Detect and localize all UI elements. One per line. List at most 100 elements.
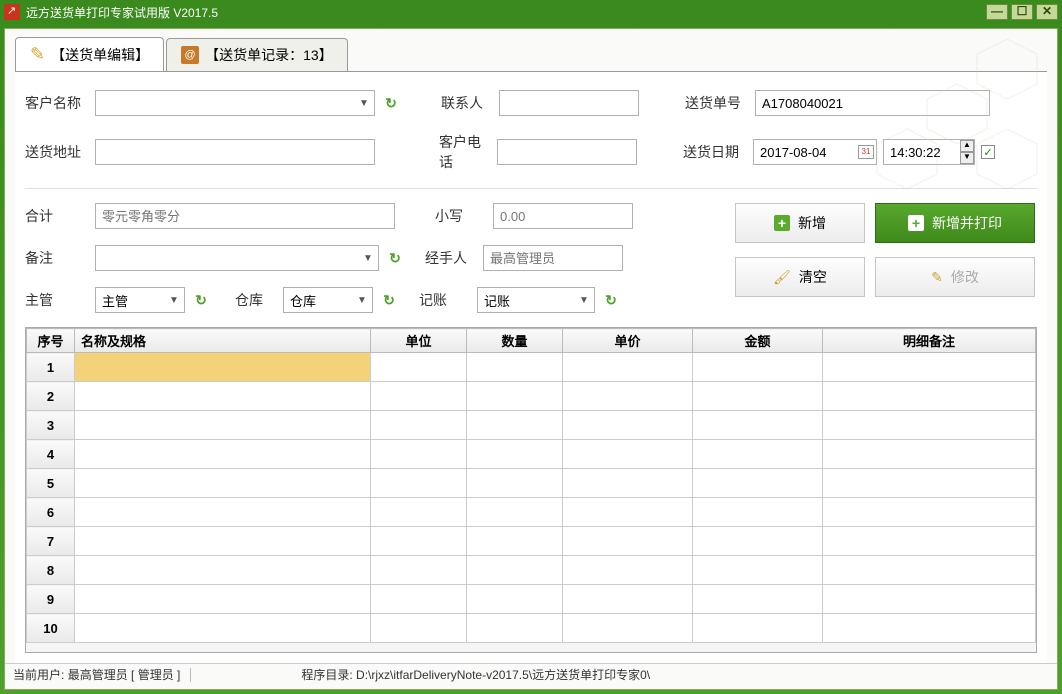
date-picker[interactable]: 2017-08-0431: [753, 139, 877, 165]
cell[interactable]: [693, 353, 823, 382]
cell[interactable]: [693, 614, 823, 643]
handler-input[interactable]: [483, 245, 623, 271]
accounting-combo[interactable]: 记账▼: [477, 287, 595, 313]
cell[interactable]: [563, 353, 693, 382]
row-number[interactable]: 7: [27, 527, 75, 556]
cell[interactable]: [467, 585, 563, 614]
warehouse-combo[interactable]: 仓库▼: [283, 287, 373, 313]
col-spec[interactable]: 名称及规格: [75, 329, 371, 353]
delivery-addr-input[interactable]: [95, 139, 375, 165]
cell[interactable]: [75, 527, 371, 556]
maximize-button[interactable]: ☐: [1011, 4, 1033, 20]
refresh-icon[interactable]: ↻: [387, 250, 403, 266]
cell[interactable]: [467, 440, 563, 469]
cell[interactable]: [693, 527, 823, 556]
col-seq[interactable]: 序号: [27, 329, 75, 353]
row-number[interactable]: 5: [27, 469, 75, 498]
cell[interactable]: [823, 585, 1036, 614]
cell[interactable]: [693, 469, 823, 498]
table-row[interactable]: 10: [27, 614, 1036, 643]
cell[interactable]: [75, 382, 371, 411]
cell[interactable]: [75, 498, 371, 527]
cell[interactable]: [563, 556, 693, 585]
cell[interactable]: [467, 556, 563, 585]
cell[interactable]: [563, 614, 693, 643]
tab-records[interactable]: @ 【送货单记录：13】: [166, 38, 348, 71]
cell[interactable]: [563, 382, 693, 411]
refresh-icon[interactable]: ↻: [603, 292, 619, 308]
cell[interactable]: [467, 614, 563, 643]
row-number[interactable]: 4: [27, 440, 75, 469]
table-row[interactable]: 7: [27, 527, 1036, 556]
col-remark[interactable]: 明细备注: [823, 329, 1036, 353]
cell[interactable]: [371, 382, 467, 411]
table-row[interactable]: 5: [27, 469, 1036, 498]
row-number[interactable]: 3: [27, 411, 75, 440]
cell[interactable]: [823, 498, 1036, 527]
table-row[interactable]: 3: [27, 411, 1036, 440]
items-table[interactable]: 序号 名称及规格 单位 数量 单价 金额 明细备注 12345678910: [25, 327, 1037, 653]
col-qty[interactable]: 数量: [467, 329, 563, 353]
cell[interactable]: [823, 527, 1036, 556]
remark-combo[interactable]: ▼: [95, 245, 379, 271]
cell[interactable]: [823, 556, 1036, 585]
row-number[interactable]: 10: [27, 614, 75, 643]
lowercase-input[interactable]: [493, 203, 633, 229]
col-amount[interactable]: 金额: [693, 329, 823, 353]
row-number[interactable]: 9: [27, 585, 75, 614]
cell[interactable]: [371, 440, 467, 469]
row-number[interactable]: 1: [27, 353, 75, 382]
cell[interactable]: [563, 440, 693, 469]
cell[interactable]: [467, 498, 563, 527]
refresh-icon[interactable]: ↻: [381, 292, 397, 308]
close-button[interactable]: ✕: [1036, 4, 1058, 20]
cell[interactable]: [693, 498, 823, 527]
cell[interactable]: [75, 469, 371, 498]
cell[interactable]: [75, 353, 371, 382]
cell[interactable]: [75, 440, 371, 469]
modify-button[interactable]: ✎修改: [875, 257, 1035, 297]
cell[interactable]: [693, 382, 823, 411]
minimize-button[interactable]: —: [986, 4, 1008, 20]
delivery-no-input[interactable]: [755, 90, 990, 116]
cell[interactable]: [75, 614, 371, 643]
table-row[interactable]: 4: [27, 440, 1036, 469]
refresh-icon[interactable]: ↻: [383, 95, 399, 111]
cell[interactable]: [693, 411, 823, 440]
cell[interactable]: [371, 527, 467, 556]
table-row[interactable]: 9: [27, 585, 1036, 614]
cell[interactable]: [823, 440, 1036, 469]
cell[interactable]: [75, 585, 371, 614]
cell[interactable]: [467, 527, 563, 556]
table-row[interactable]: 6: [27, 498, 1036, 527]
cell[interactable]: [371, 469, 467, 498]
table-row[interactable]: 2: [27, 382, 1036, 411]
cell[interactable]: [371, 556, 467, 585]
col-unit[interactable]: 单位: [371, 329, 467, 353]
table-row[interactable]: 1: [27, 353, 1036, 382]
cell[interactable]: [823, 469, 1036, 498]
total-input[interactable]: [95, 203, 395, 229]
cell[interactable]: [467, 382, 563, 411]
cell[interactable]: [467, 353, 563, 382]
cell[interactable]: [467, 411, 563, 440]
cell[interactable]: [823, 614, 1036, 643]
titlebar[interactable]: 远方送货单打印专家试用版 V2017.5 — ☐ ✕: [0, 0, 1062, 24]
cell[interactable]: [823, 353, 1036, 382]
row-number[interactable]: 2: [27, 382, 75, 411]
date-checkbox[interactable]: ✓: [981, 145, 995, 159]
cell[interactable]: [563, 411, 693, 440]
cell[interactable]: [563, 498, 693, 527]
row-number[interactable]: 6: [27, 498, 75, 527]
cell[interactable]: [693, 556, 823, 585]
customer-name-combo[interactable]: ▼: [95, 90, 375, 116]
spin-up-icon[interactable]: ▲: [960, 140, 974, 152]
table-row[interactable]: 8: [27, 556, 1036, 585]
cell[interactable]: [371, 411, 467, 440]
cell[interactable]: [693, 440, 823, 469]
cell[interactable]: [75, 411, 371, 440]
cell[interactable]: [371, 614, 467, 643]
cell[interactable]: [693, 585, 823, 614]
cell[interactable]: [75, 556, 371, 585]
add-print-button[interactable]: +新增并打印: [875, 203, 1035, 243]
